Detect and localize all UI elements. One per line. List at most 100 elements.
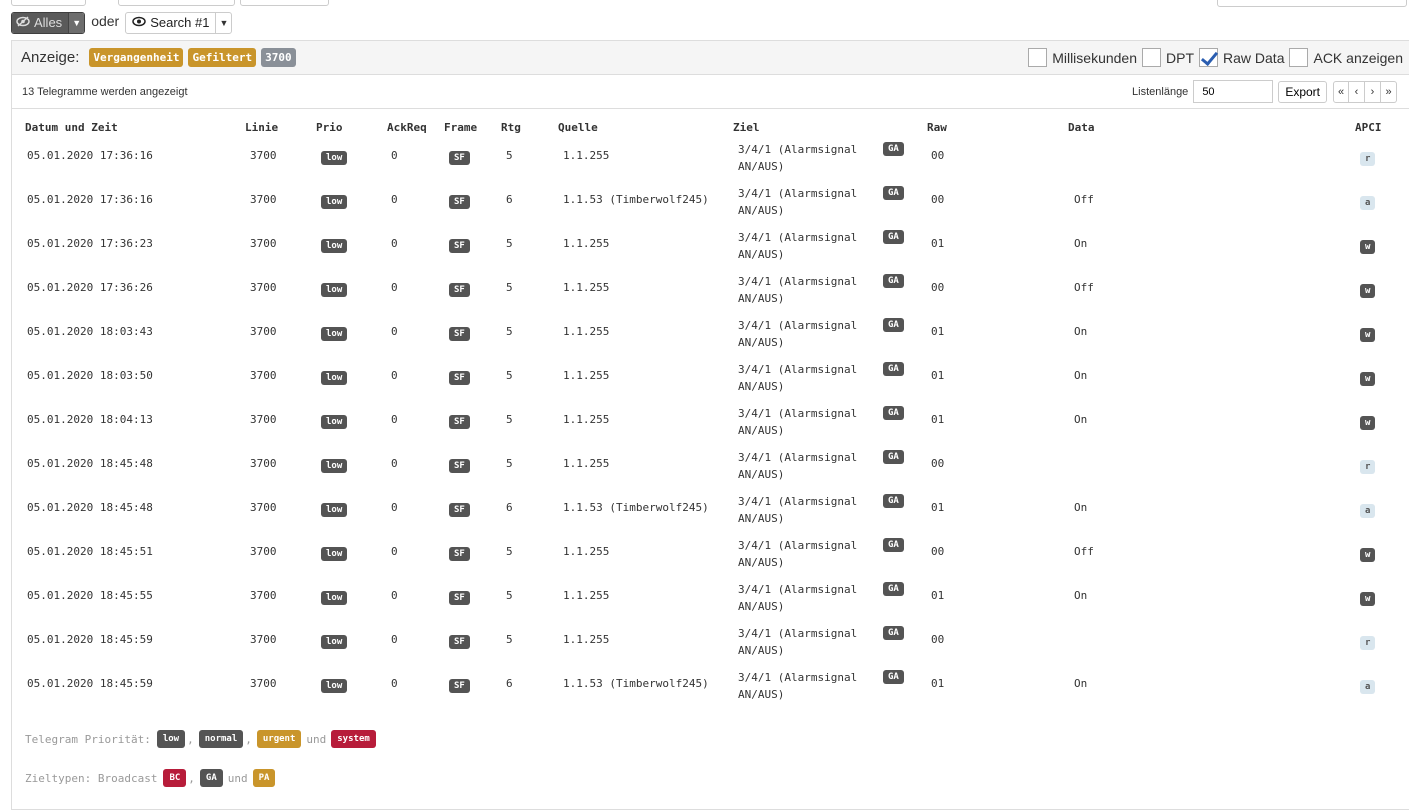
- type-ga-badge: GA: [199, 769, 223, 787]
- cell-ackreq: 0: [391, 369, 398, 382]
- table-row[interactable]: 05.01.2020 17:36:23 3700 low 0 SF 5 1.1.255 3/4…: [0, 229, 1409, 273]
- frame-badge: SF: [449, 151, 470, 165]
- option-raw-data[interactable]: Raw Data: [1199, 48, 1284, 67]
- target-line-1: 3/4/1 (Alarmsignal: [738, 143, 858, 156]
- search-filter-main[interactable]: Search #1: [126, 13, 215, 33]
- separator: ,: [188, 771, 195, 785]
- cell-rtg: 5: [506, 589, 513, 602]
- target-type-badge: GA: [883, 230, 904, 244]
- top-button-1[interactable]: [11, 0, 86, 6]
- table-row[interactable]: 05.01.2020 17:36:26 3700 low 0 SF 5 1.1.255 3/4…: [0, 273, 1409, 317]
- cell-line: 3700: [250, 413, 277, 426]
- checkbox[interactable]: [1289, 48, 1309, 67]
- table-row[interactable]: 05.01.2020 18:03:50 3700 low 0 SF 5 1.1.255 3/4…: [0, 361, 1409, 405]
- table-row[interactable]: 05.01.2020 18:45:48 3700 low 0 SF 5 1.1.255 3/4…: [0, 449, 1409, 493]
- search-filter-button[interactable]: Search #1 ▼: [125, 11, 233, 34]
- display-options: Millisekunden DPT Raw Data ACK anzeigen: [1023, 48, 1403, 67]
- col-prio[interactable]: Prio: [316, 121, 343, 134]
- apci-badge: w: [1360, 416, 1376, 430]
- pagination: « ‹ › »: [1333, 80, 1397, 103]
- cell-target: 3/4/1 (Alarmsignal AN/AUS): [738, 625, 857, 659]
- frame-badge: SF: [449, 415, 470, 429]
- first-page-button[interactable]: «: [1333, 80, 1349, 103]
- col-apci[interactable]: APCI: [1355, 121, 1382, 134]
- priority-urgent-badge: urgent: [256, 730, 302, 748]
- col-data[interactable]: Data: [1068, 121, 1095, 134]
- cell-raw: 01: [931, 413, 945, 426]
- top-button-2[interactable]: [118, 0, 235, 6]
- last-page-button[interactable]: »: [1381, 80, 1397, 103]
- frame-badge: SF: [449, 195, 470, 209]
- table-row[interactable]: 05.01.2020 18:45:51 3700 low 0 SF 5 1.1.255 3/4…: [0, 537, 1409, 581]
- list-length-input[interactable]: [1193, 80, 1274, 103]
- export-button[interactable]: Export: [1278, 80, 1327, 103]
- table-row[interactable]: 05.01.2020 18:45:48 3700 low 0 SF 6 1.1.53 (Ti…: [0, 493, 1409, 537]
- option-label: Millisekunden: [1052, 49, 1138, 66]
- telegram-count: 13 Telegramme werden angezeigt: [22, 85, 188, 98]
- cell-datetime: 05.01.2020 17:36:16: [27, 193, 153, 206]
- apci-badge: a: [1360, 680, 1376, 694]
- table-row[interactable]: 05.01.2020 18:04:13 3700 low 0 SF 5 1.1.255 3/4…: [0, 405, 1409, 449]
- apci-badge: r: [1360, 636, 1376, 650]
- option-dpt[interactable]: DPT: [1142, 48, 1194, 67]
- col-source[interactable]: Quelle: [558, 121, 598, 134]
- col-rtg[interactable]: Rtg: [501, 121, 521, 134]
- cell-target: 3/4/1 (Alarmsignal AN/AUS): [738, 141, 857, 175]
- cell-line: 3700: [250, 589, 277, 602]
- list-length-label: Listenlänge: [1132, 85, 1189, 98]
- col-target[interactable]: Ziel: [733, 121, 760, 134]
- checkbox[interactable]: [1028, 48, 1048, 67]
- cell-source: 1.1.255: [563, 369, 610, 382]
- all-filter-main[interactable]: Alles: [12, 12, 69, 33]
- cell-datetime: 05.01.2020 18:45:55: [27, 589, 153, 602]
- target-type-badge: GA: [883, 186, 904, 200]
- cell-target: 3/4/1 (Alarmsignal AN/AUS): [738, 317, 857, 351]
- table-row[interactable]: 05.01.2020 18:03:43 3700 low 0 SF 5 1.1.255 3/4…: [0, 317, 1409, 361]
- priority-normal-badge: normal: [198, 730, 244, 748]
- cell-raw: 01: [931, 677, 945, 690]
- table-row[interactable]: 05.01.2020 18:45:55 3700 low 0 SF 5 1.1.255 3/4…: [0, 581, 1409, 625]
- option-ack[interactable]: ACK anzeigen: [1289, 48, 1403, 67]
- cell-datetime: 05.01.2020 18:45:51: [27, 545, 153, 558]
- frame-badge: SF: [449, 459, 470, 473]
- chevron-down-icon[interactable]: ▼: [215, 12, 231, 33]
- col-ackreq[interactable]: AckReq: [387, 121, 427, 134]
- target-line-1: 3/4/1 (Alarmsignal: [738, 671, 858, 684]
- table-row[interactable]: 05.01.2020 17:36:16 3700 low 0 SF 6 1.1.53 (Ti…: [0, 185, 1409, 229]
- tag-filtered: Gefiltert: [188, 48, 257, 67]
- cell-datetime: 05.01.2020 18:03:50: [27, 369, 153, 382]
- cell-datetime: 05.01.2020 18:45:59: [27, 677, 153, 690]
- col-datetime[interactable]: Datum und Zeit: [25, 121, 118, 134]
- col-frame[interactable]: Frame: [444, 121, 477, 134]
- cell-source: 1.1.255: [563, 589, 610, 602]
- separator: ,: [187, 732, 194, 746]
- prio-badge: low: [321, 239, 348, 253]
- checkbox-checked[interactable]: [1199, 48, 1219, 67]
- all-filter-button[interactable]: Alles ▼: [11, 11, 86, 34]
- chevron-down-icon[interactable]: ▼: [68, 12, 85, 33]
- type-pa-badge: PA: [252, 769, 276, 787]
- target-line-1: 3/4/1 (Alarmsignal: [738, 319, 858, 332]
- prev-page-button[interactable]: ‹: [1349, 80, 1365, 103]
- table-row[interactable]: 05.01.2020 17:36:16 3700 low 0 SF 5 1.1.255 3/4…: [0, 141, 1409, 185]
- top-button-3[interactable]: [240, 0, 329, 6]
- table-row[interactable]: 05.01.2020 18:45:59 3700 low 0 SF 5 1.1.255 3/4…: [0, 625, 1409, 669]
- cell-datetime: 05.01.2020 17:36:16: [27, 149, 153, 162]
- cell-datetime: 05.01.2020 17:36:26: [27, 281, 153, 294]
- next-page-button[interactable]: ›: [1365, 80, 1381, 103]
- table-row[interactable]: 05.01.2020 18:45:59 3700 low 0 SF 6 1.1.53 (Ti…: [0, 669, 1409, 713]
- detail-view-button[interactable]: [1217, 0, 1407, 7]
- cell-raw: 00: [931, 633, 945, 646]
- target-line-2: AN/AUS): [738, 292, 785, 305]
- cell-data: Off: [1074, 545, 1094, 558]
- checkbox[interactable]: [1142, 48, 1162, 67]
- target-line-1: 3/4/1 (Alarmsignal: [738, 231, 858, 244]
- col-raw[interactable]: Raw: [927, 121, 947, 134]
- prio-badge: low: [321, 459, 348, 473]
- cell-line: 3700: [250, 677, 277, 690]
- col-line[interactable]: Linie: [245, 121, 278, 134]
- target-line-1: 3/4/1 (Alarmsignal: [738, 583, 858, 596]
- cell-source: 1.1.255: [563, 633, 610, 646]
- cell-target: 3/4/1 (Alarmsignal AN/AUS): [738, 449, 857, 483]
- option-milliseconds[interactable]: Millisekunden: [1028, 48, 1137, 67]
